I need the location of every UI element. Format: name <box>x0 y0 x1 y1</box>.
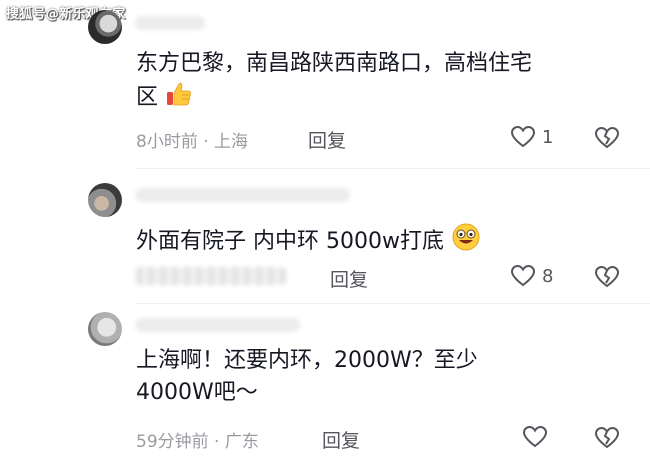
like-button[interactable]: 1 <box>510 125 553 149</box>
comment-text-line: 区 <box>136 85 159 110</box>
avatar[interactable] <box>88 183 122 217</box>
username-blurred <box>135 318 300 332</box>
heart-icon <box>510 125 536 149</box>
comment-text-line: 4000W吧～ <box>136 380 258 405</box>
comment-meta: 59分钟前 · 广东 <box>136 432 259 452</box>
like-count: 8 <box>542 265 554 287</box>
broken-heart-icon <box>594 126 620 150</box>
comment-text: 上海啊！还要内环，2000W？至少 4000W吧～ <box>136 345 606 409</box>
broken-heart-icon <box>594 265 620 289</box>
divider <box>136 168 650 169</box>
comment-text-line: 外面有院子 内中环 5000w打底 <box>136 229 444 254</box>
like-button[interactable] <box>522 425 554 449</box>
username-blurred <box>135 16 205 30</box>
dislike-button[interactable] <box>594 126 620 150</box>
comment-meta: 8小时前 · 上海 <box>136 132 249 152</box>
username-blurred <box>135 188 350 202</box>
dislike-button[interactable] <box>594 265 620 289</box>
avatar[interactable] <box>88 10 122 44</box>
divider <box>136 303 650 304</box>
thumbs-up-icon <box>165 80 193 118</box>
grinning-face-icon <box>451 222 481 262</box>
reply-button[interactable]: 回复 <box>330 265 368 292</box>
broken-heart-icon <box>594 426 620 450</box>
comment-text-line: 东方巴黎，南昌路陕西南路口，高档住宅 <box>136 51 533 76</box>
heart-icon <box>522 425 548 449</box>
heart-icon <box>510 264 536 288</box>
reply-button[interactable]: 回复 <box>322 426 360 453</box>
comment-text: 东方巴黎，南昌路陕西南路口，高档住宅 区 <box>136 48 606 118</box>
like-button[interactable]: 8 <box>510 264 553 288</box>
like-count: 1 <box>542 126 554 148</box>
comment-text: 外面有院子 内中环 5000w打底 <box>136 222 606 262</box>
dislike-button[interactable] <box>594 426 620 450</box>
comment-text-line: 上海啊！还要内环，2000W？至少 <box>136 348 478 373</box>
comment-meta-blurred <box>136 266 286 286</box>
avatar[interactable] <box>88 312 122 346</box>
reply-button[interactable]: 回复 <box>308 126 346 153</box>
